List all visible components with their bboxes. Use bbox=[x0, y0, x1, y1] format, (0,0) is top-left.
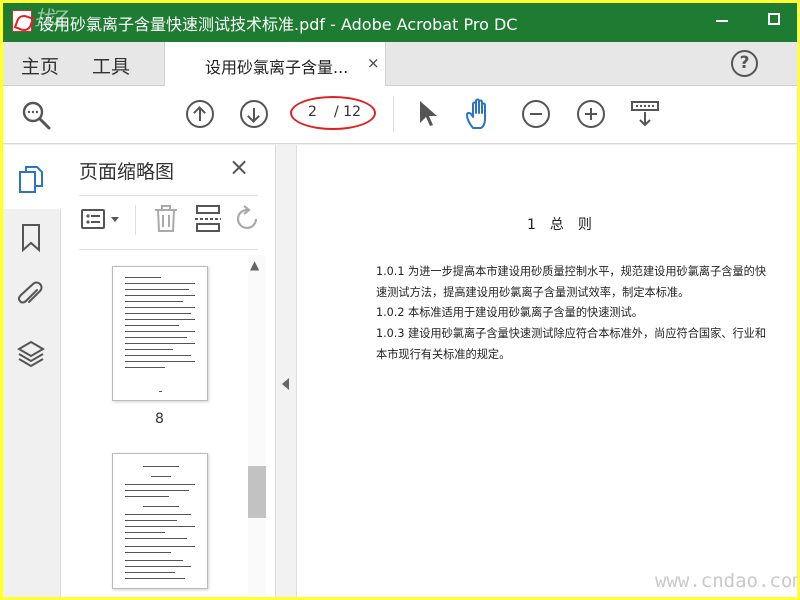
thumbnail-options-icon[interactable] bbox=[80, 207, 124, 233]
page-thumbnails-icon[interactable] bbox=[18, 165, 44, 195]
document-text-line: 1.0.3 建设用砂氯离子含量快速测试除应符合本标准外，尚应符合国家、行业和 bbox=[376, 327, 767, 340]
divider bbox=[79, 249, 258, 250]
fit-page-icon[interactable] bbox=[630, 99, 660, 129]
total-pages-label: / 12 bbox=[334, 104, 361, 120]
collapse-panel-icon[interactable] bbox=[282, 378, 289, 390]
document-text-line: 1.0.1 为进一步提高本市建设用砂质量控制水平，规范建设用砂氯离子含量的快 bbox=[376, 265, 767, 278]
thumbnails-panel-title: 页面缩略图 bbox=[79, 161, 175, 183]
next-page-button[interactable] bbox=[240, 100, 268, 128]
highlight-circle bbox=[290, 96, 376, 130]
zoom-in-button[interactable] bbox=[577, 100, 605, 128]
hand-icon[interactable] bbox=[464, 98, 496, 132]
tools-menu[interactable]: 工具 bbox=[92, 52, 130, 79]
toolbar bbox=[0, 86, 800, 144]
maximize-button[interactable] bbox=[768, 13, 780, 25]
insert-page-icon[interactable] bbox=[193, 204, 223, 234]
attachment-icon[interactable] bbox=[17, 281, 45, 311]
document-text-line: 1.0.2 本标准适用于建设用砂氯离子含量的快速测试。 bbox=[376, 306, 643, 319]
help-icon[interactable]: ? bbox=[731, 50, 758, 77]
bookmark-icon[interactable] bbox=[20, 223, 42, 253]
section-heading: 1 总 则 bbox=[527, 217, 592, 233]
close-panel-icon[interactable]: × bbox=[229, 153, 249, 181]
layers-icon[interactable] bbox=[16, 339, 46, 369]
thumbnail-page-number: 8 bbox=[155, 411, 164, 427]
window-title: 设用砂氯离子含量快速测试技术标准.pdf - Adobe Acrobat Pro… bbox=[38, 15, 518, 34]
title-bar: 找Z 设用砂氯离子含量快速测试技术标准.pdf - Adobe Acrobat … bbox=[0, 0, 800, 42]
thumbnail-page-9[interactable] bbox=[112, 453, 208, 589]
rotate-icon[interactable] bbox=[234, 205, 262, 233]
current-page-input[interactable]: 2 bbox=[308, 104, 317, 120]
thumbnail-scrollbar[interactable] bbox=[248, 255, 266, 600]
toolbar-separator bbox=[393, 96, 394, 132]
search-icon[interactable] bbox=[20, 99, 52, 131]
previous-page-button[interactable] bbox=[186, 100, 214, 128]
divider bbox=[79, 195, 258, 196]
document-text-line: 速测试方法，提高建设用砂氯离子含量测试效率，制定本标准。 bbox=[376, 286, 690, 299]
site-watermark: www.cndao.com bbox=[655, 570, 800, 592]
document-tab[interactable]: 设用砂氯离子含量... × bbox=[164, 42, 386, 87]
document-tab-label: 设用砂氯离子含量... bbox=[205, 58, 349, 77]
document-text-line: 本市现行有关标准的规定。 bbox=[376, 348, 511, 361]
divider bbox=[135, 205, 136, 235]
cursor-icon[interactable] bbox=[417, 99, 439, 129]
thumbnail-page-8[interactable] bbox=[112, 266, 208, 401]
home-menu[interactable]: 主页 bbox=[21, 52, 59, 79]
scrollbar-thumb[interactable] bbox=[248, 466, 266, 518]
page-navigator: 2 / 12 bbox=[290, 96, 376, 130]
scroll-up-icon[interactable]: ▲ bbox=[250, 258, 259, 272]
tab-close-icon[interactable]: × bbox=[367, 54, 380, 72]
panel-collapse-strip[interactable] bbox=[275, 145, 297, 600]
navigation-rail bbox=[0, 145, 61, 600]
zoom-out-button[interactable] bbox=[522, 100, 550, 128]
delete-icon[interactable] bbox=[152, 204, 180, 234]
minimize-button[interactable] bbox=[716, 20, 728, 22]
acrobat-app-icon bbox=[12, 10, 32, 32]
